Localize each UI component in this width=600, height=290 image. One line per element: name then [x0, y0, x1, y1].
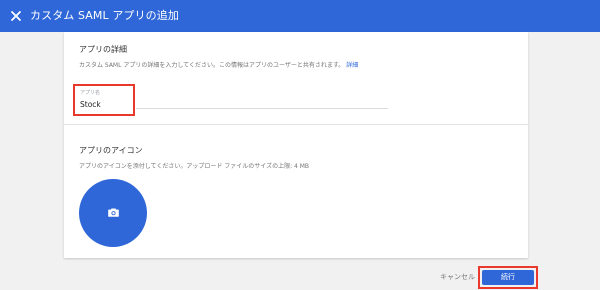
details-link[interactable]: 詳細 — [346, 62, 358, 69]
app-details-description: カスタム SAML アプリの詳細を入力してください。この情報はアプリのユーザーと… — [79, 62, 359, 69]
section-divider — [64, 124, 528, 125]
app-name-underline — [136, 108, 388, 109]
close-button[interactable] — [6, 6, 26, 26]
cancel-button[interactable]: キャンセル — [440, 272, 475, 282]
app-name-field[interactable]: アプリ名 Stock — [73, 84, 135, 116]
close-icon — [11, 11, 21, 21]
page-title: カスタム SAML アプリの追加 — [30, 9, 179, 22]
app-icon-heading: アプリのアイコン — [79, 146, 143, 155]
top-app-bar: カスタム SAML アプリの追加 — [0, 0, 600, 32]
app-name-label: アプリ名 — [80, 90, 101, 96]
continue-highlight: 続行 — [478, 266, 538, 289]
app-name-input[interactable]: Stock — [80, 100, 101, 109]
app-details-heading: アプリの詳細 — [79, 45, 127, 54]
continue-button[interactable]: 続行 — [482, 270, 534, 285]
app-icon-upload-button[interactable] — [79, 179, 147, 247]
camera-icon — [108, 208, 119, 217]
app-icon-description: アプリのアイコンを添付してください。アップロード ファイルのサイズの上限: 4 … — [79, 163, 310, 170]
